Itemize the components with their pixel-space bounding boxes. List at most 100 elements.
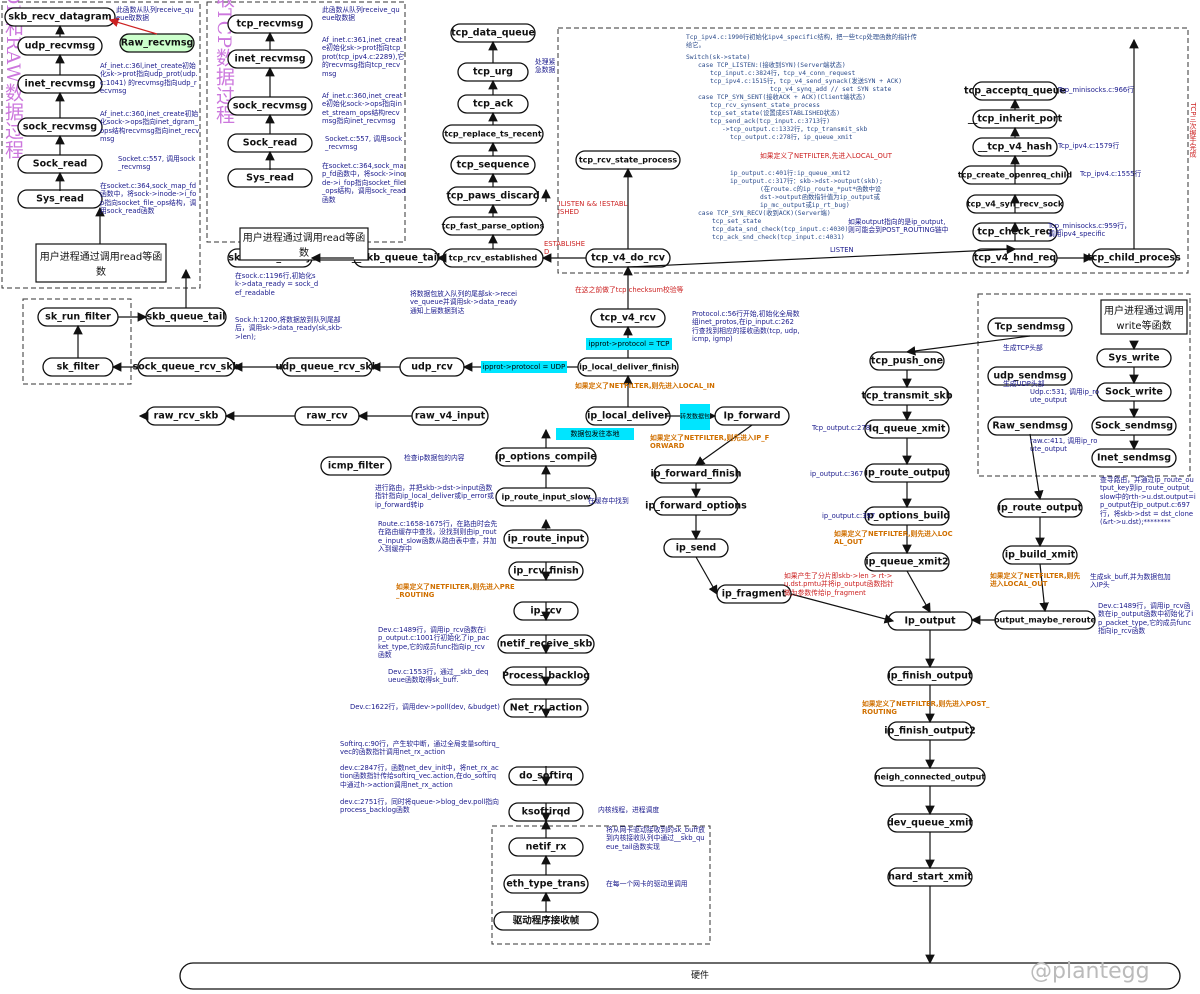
node-inet-recvmsg-t: inet_recvmsg (227, 49, 313, 69)
node-raw-sendmsg: Raw_sendmsg (987, 416, 1073, 436)
node-label: raw_rcv_skb (154, 411, 219, 422)
note-n-state18: ip_mc_output或ip_rt_bug) (760, 202, 850, 209)
network-flow-diagram: 用户接收UDP和RAW数据过程 用户接收TCP数据过程 TCP三次握手完成 sk… (0, 0, 1200, 994)
note-n-sock1196: 在sock.c:1196行,初始化sk->data_ready = sock_d… (235, 272, 319, 297)
node-label: Tcp_sendmsg (995, 322, 1065, 333)
vertical-title-handshake: TCP三次握手完成 (1189, 102, 1197, 159)
node-udp-queue-rcv-skb: udp_queue_rcv_skb (275, 357, 379, 377)
note-n-icmp: 检查ip数据包的内容 (404, 454, 465, 462)
note-n-lookup: 查寻路由，并通过ip_route_output_key到ip_route_out… (1100, 476, 1196, 527)
node-label: inet_recvmsg (24, 79, 95, 90)
node-label: tcp_fast_parse_options (442, 222, 545, 231)
note-n-checksum: 在这之前做了tcp checksum校验等 (575, 286, 684, 294)
flow-arrow (790, 593, 895, 624)
node-label: tcp_child_process (1087, 253, 1181, 264)
note-n-state19: case TCP_SYN_RECV(收到ACK)(Server端) (698, 210, 831, 217)
node-label: ip_route_input (508, 534, 585, 545)
node-udp-recvmsg: udp_recvmsg (17, 36, 103, 56)
node-label: Inet_sendmsg (1097, 453, 1171, 464)
node-label: neigh_connected_output (875, 773, 985, 782)
node-v4-hash: __tcp_v4_hash (972, 137, 1058, 157)
note-n-state1: Tcp_ipv4.c:1990行初始化ipv4_specific结构，把一些tc… (686, 34, 917, 49)
tag-udp: ipprot->protocol = UDP (483, 363, 566, 371)
node-label: Ip_forward (723, 411, 780, 422)
node-tcp-recvmsg: tcp_recvmsg (227, 14, 313, 34)
note-n-state15: ip_output.c:317行：skb->dst->output(skb); (730, 178, 883, 185)
note-n-udp531: Udp.c:531, 调用ip_route_output (1030, 388, 1100, 405)
node-label: tcp_ack (473, 99, 514, 110)
node-label: ip_route_input_slow (502, 493, 592, 502)
node-label: skb_queue_tail (147, 312, 226, 323)
node-ip-route-input: ip_route_input (503, 529, 589, 549)
node-label: ip_forward_options (645, 501, 747, 512)
node-label: tcp_sequence (457, 160, 530, 171)
node-raw-rcv: raw_rcv (294, 406, 360, 426)
node-ip-forward: Ip_forward (714, 406, 790, 426)
node-sock-sendmsg: Sock_sendmsg (1091, 416, 1177, 436)
note-n-af-udp: Af_inet.c:36l,inet_create初始化sk->prot指向ud… (100, 62, 198, 96)
node-label: sock_queue_rcv_skb (133, 362, 240, 373)
note-n-local-in: 如果定义了NETFILTER,则先进入LOCAL_IN (575, 382, 715, 390)
node-label: Sock_read (243, 138, 297, 149)
note-n-local-out: 如果定义了NETFILTER,则先进入LOCAL_OUT (834, 530, 953, 547)
note-n-listen: LISTEN (830, 246, 854, 254)
node-hard-start-xmit: hard_start_xmit (887, 867, 973, 887)
node-sock-read-t: Sock_read (227, 133, 313, 153)
note-n-fwd-filter: 如果定义了NETFILTER,则先进入IP_FORWARD (650, 434, 770, 451)
note-n-state3: case TCP_LISTEN:(接收到SYN)(Server端状态) (698, 62, 846, 69)
note-n-sockh1200: Sock.h:1200,将数据放到队列尾部后，调用sk->data_ready(… (235, 316, 343, 341)
node-ip-queue-xmit2: ip_queue_xmit2 (864, 552, 950, 572)
note-n-state7: case TCP_SYN_SENT(接收ACK + ACK)(Client端状态… (698, 94, 866, 101)
node-inet-recvmsg-u: inet_recvmsg (17, 74, 103, 94)
flow-arrow (627, 244, 1017, 268)
node-tcp-data-queue: tcp_data_queue (450, 23, 536, 43)
note-n-tcp-hdr: 生成TCP头部 (1003, 344, 1043, 352)
note-n-pre: 如果定义了NETFILTER,则先进入PRE_ROUTING (396, 583, 515, 600)
note-n-cloud2: 将数据包放入队列的尾部sk->receive_queue并调用sk->data_… (410, 290, 518, 315)
node-label: inet_recvmsg (234, 54, 305, 65)
note-n-post: 如果定义了NETFILTER,则先进入POST_ROUTING (862, 700, 990, 717)
node-dev-queue-xmit: dev_queue_xmit (887, 813, 973, 833)
node-label: netif_rx (526, 842, 567, 853)
node-sys-read-u: Sys_read (17, 189, 103, 209)
node-ip-output: Ip_output (887, 611, 973, 631)
note-n-dev1489b: Dev.c:1489行，调用ip_rcv函数在ip_output函数中初始化了i… (1098, 602, 1194, 636)
tag-local: 数据包发往本地 (571, 429, 620, 438)
node-label: skb_recv_datagram (8, 12, 111, 23)
note-n-raw411: raw.c:411, 调用ip_route_output (1030, 437, 1098, 454)
note-n-minisocks959: Tcp_minisocks.c:959行，调用ipv4_specific (1048, 222, 1131, 239)
node-label: raw_v4_input (415, 411, 486, 422)
node-ip-forward-options: ip_forward_options (645, 496, 747, 516)
note-n-listen-not: !LISTEN && !ESTABLISHED (558, 200, 628, 217)
node-ip-finish-output2: ip_finish_output2 (884, 721, 976, 741)
node-label: tcp_push_one (871, 356, 943, 367)
note-n-softirq1: Softirq.c:90行，产生软中断，通过全局变量softirq_vec的函数… (340, 740, 500, 757)
node-label: raw_rcv (306, 411, 348, 422)
note-n-sock557t: Socket.c:557, 调用sock_recvmsg (325, 135, 403, 152)
node-label: ip_forward_finish (650, 469, 741, 480)
node-label: 驱动程序接收帧 (513, 915, 580, 927)
note-n-state17: dst->output函数指针值为ip_output或 (760, 194, 880, 201)
node-label: sk_run_filter (45, 312, 111, 323)
note-n-cache: 在缓存中找到 (588, 497, 629, 505)
node-tcp-transmit-skb: tcp_transmit_skb (862, 386, 953, 406)
node-label: ip_fragment (722, 589, 787, 600)
note-n-build: 生成sk_buff,并为数据包加入IP头 (1090, 573, 1171, 590)
node-label: ip_route_output (998, 503, 1083, 514)
note-n-sock364t: 在socket.c:364,sock_map_fd函数中，将sock->inod… (322, 162, 406, 204)
note-n-tcp-out278: Tcp_output.c:278 (812, 424, 871, 432)
node-skb-recv-datagram: skb_recv_datagram (4, 7, 116, 27)
note-n-ipout397: ip_output.c:397 (822, 512, 876, 520)
note-n-ipv4-1579: Tcp_ipv4.c:1579行 (1058, 142, 1120, 150)
note-n-state10: tcp_send_ack(tcp_input.c:3713行) (710, 118, 831, 125)
node-label: udp_recvmsg (25, 41, 95, 52)
node-label: Sock_read (33, 159, 87, 170)
note-n-state5: tcp_ipv4.c:1515行，tcp_v4_send_synack(发送SY… (710, 78, 902, 85)
box-user-write: 用户进程通过调用write等函数 (1100, 299, 1188, 335)
note-n-kthread: 内核线程，进程调度 (598, 806, 660, 814)
note-n-softirq3: dev.c:2751行，同时将queue->blog_dev.poll指向pro… (340, 798, 499, 815)
note-n-queue: 此函数从队列receive_queue取数据 (116, 6, 194, 23)
node-tcp-rcv-established: tcp_rcv_established (442, 248, 544, 268)
note-n-state2: Switch(sk->state) (686, 54, 751, 61)
note-n-sock364: 在socket.c:364,sock_map_fd函数中，将sock->inod… (100, 182, 197, 216)
